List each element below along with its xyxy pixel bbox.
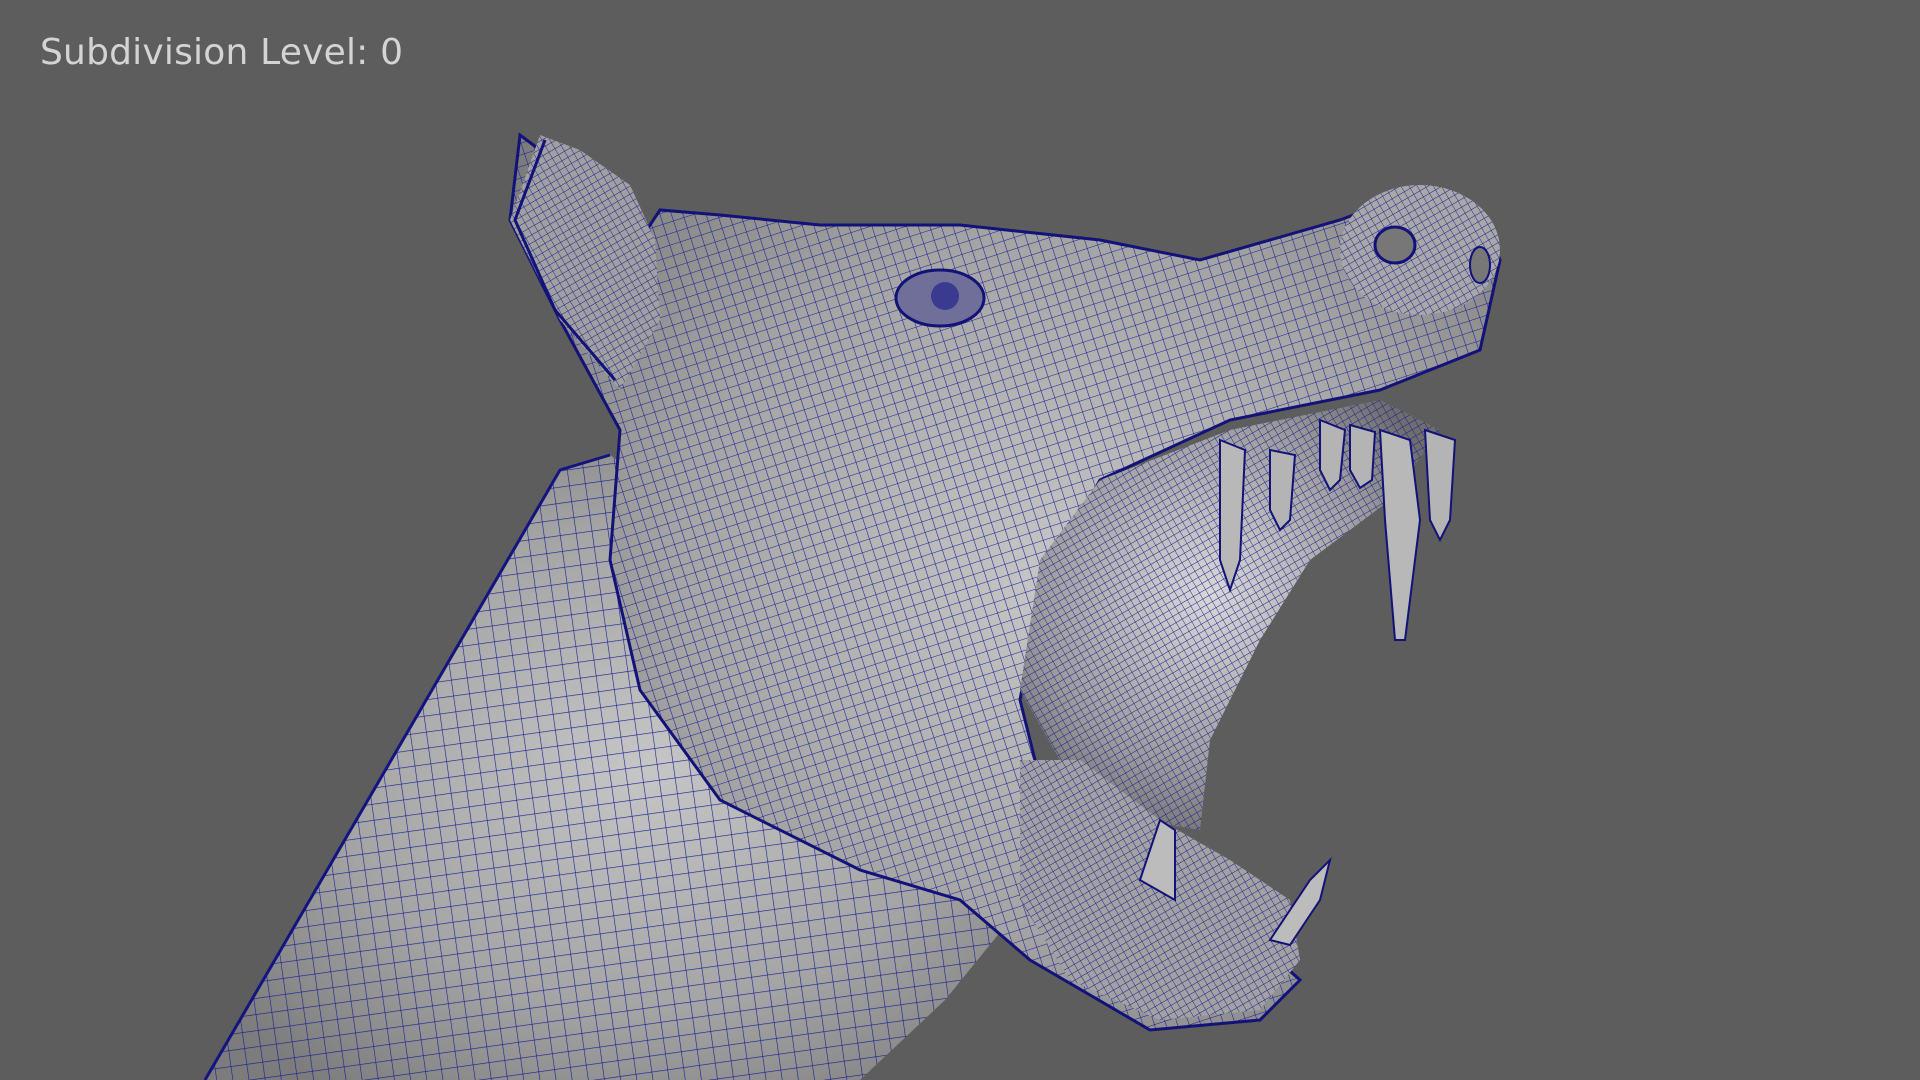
- 3d-viewport[interactable]: Subdivision Level: 0: [0, 0, 1920, 1080]
- subdivision-level-label: Subdivision Level: 0: [40, 32, 404, 73]
- nose-mesh: [1340, 185, 1500, 315]
- dog-head-wireframe-model[interactable]: [0, 0, 1920, 1080]
- eye-icon: [894, 268, 986, 328]
